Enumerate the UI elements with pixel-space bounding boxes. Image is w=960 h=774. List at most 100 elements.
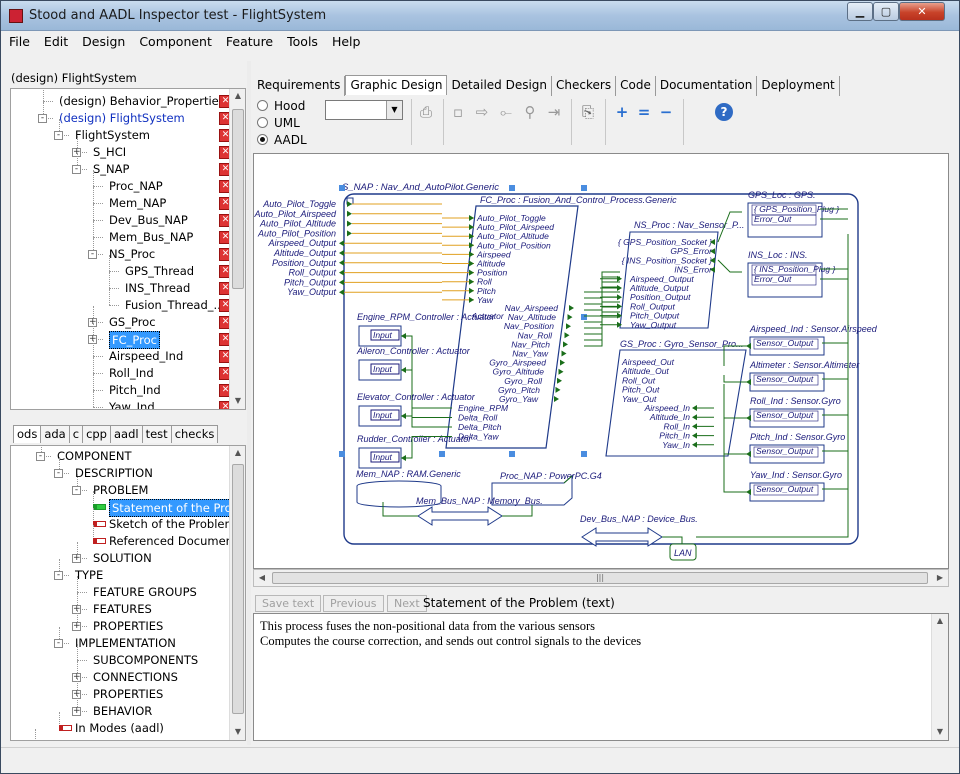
zoom-fit-icon[interactable]: = [633, 101, 655, 123]
tab-aadl[interactable]: aadl [110, 425, 143, 443]
tab-checks[interactable]: checks [170, 425, 219, 443]
layer-select[interactable]: ▼ [325, 100, 403, 120]
collapse-icon[interactable]: - [38, 114, 47, 123]
zoom-in-icon[interactable]: + [611, 101, 633, 123]
text-editor[interactable]: This process fuses the non-positional da… [253, 613, 949, 741]
collapse-icon[interactable]: - [54, 469, 63, 478]
menu-file[interactable]: File [1, 31, 36, 49]
flow-icon[interactable]: ⇥ [543, 101, 565, 123]
aadl-diagram[interactable]: S_NAP : Nav_And_AutoPilot.Generic Auto_Pi… [254, 154, 948, 568]
tree-item[interactable]: + CONNECTIONS [11, 661, 227, 685]
tree-item[interactable]: Fusion_Thread_... ✕ [11, 289, 232, 313]
maximize-button[interactable]: ▢ [873, 2, 899, 21]
diagram-canvas[interactable]: S_NAP : Nav_And_AutoPilot.Generic Auto_Pi… [253, 153, 949, 569]
collapse-icon[interactable]: - [54, 571, 63, 580]
scroll-up-arrow-icon[interactable]: ▲ [230, 89, 245, 103]
tab-deployment[interactable]: Deployment [757, 76, 840, 96]
minimize-button[interactable]: ▁ [847, 2, 873, 21]
tree-item[interactable]: + PROPERTIES [11, 678, 227, 702]
tree-item[interactable]: Airspeed_Ind ✕ [11, 340, 232, 364]
tree-item[interactable]: GPS_Thread ✕ [11, 255, 232, 279]
tree-item[interactable]: - COMPONENT [11, 446, 227, 464]
tree-item[interactable]: Dev_Bus_NAP ✕ [11, 204, 232, 228]
tree-item[interactable]: Mem_NAP ✕ [11, 187, 232, 211]
menu-help[interactable]: Help [324, 31, 367, 49]
tree-item[interactable]: INS_Thread ✕ [11, 272, 232, 296]
tree-item[interactable]: - FlightSystem ✕ [11, 119, 232, 143]
help-icon[interactable]: ? [715, 103, 733, 121]
tab-ada[interactable]: ada [40, 425, 70, 443]
tab-checkers[interactable]: Checkers [552, 76, 617, 96]
tree-item[interactable]: Roll_Ind ✕ [11, 357, 232, 381]
tab-cpp[interactable]: cpp [82, 425, 111, 443]
tree-item[interactable]: + FC_Proc ✕ [11, 323, 232, 349]
scroll-down-arrow-icon[interactable]: ▼ [230, 394, 245, 408]
tree-item[interactable]: - IMPLEMENTATION [11, 627, 227, 651]
expand-icon[interactable]: + [72, 554, 81, 563]
next-button[interactable]: Next [387, 595, 427, 612]
selection-handle[interactable] [509, 451, 515, 457]
tree-item[interactable]: Pitch_Ind ✕ [11, 374, 232, 398]
tree-item[interactable]: - PROBLEM [11, 474, 227, 498]
scroll-thumb[interactable] [232, 109, 244, 289]
scroll-right-arrow-icon[interactable]: ▶ [932, 571, 948, 585]
tree-item[interactable]: + PROPERTIES [11, 610, 227, 634]
menu-feature[interactable]: Feature [218, 31, 279, 49]
radio-uml[interactable]: UML [257, 116, 300, 130]
tab-requirements[interactable]: Requirements [253, 76, 346, 96]
tree-item[interactable]: + SOLUTION [11, 542, 227, 566]
tab-detailed-design[interactable]: Detailed Design [447, 76, 553, 96]
tree-item[interactable]: - (design) FlightSystem ✕ [11, 102, 232, 126]
menu-component[interactable]: Component [131, 31, 218, 49]
scroll-down-arrow-icon[interactable]: ▼ [230, 725, 245, 739]
tree-item[interactable]: - TYPE [11, 559, 227, 583]
menu-design[interactable]: Design [74, 31, 131, 49]
ods-tree[interactable]: - COMPONENT - DESCRIPTION - PROBLEM Statement … [10, 445, 246, 741]
layout-icon[interactable]: ⎘ [577, 101, 599, 123]
scroll-thumb[interactable] [232, 464, 244, 714]
expand-icon[interactable]: + [72, 707, 81, 716]
selection-handle[interactable] [509, 185, 515, 191]
memory-bus[interactable] [417, 506, 503, 526]
tree-item[interactable]: - NS_Proc ✕ [11, 238, 232, 262]
radio-aadl[interactable]: AADL [257, 133, 307, 147]
tree-item[interactable]: + FEATURES [11, 593, 227, 617]
scroll-left-arrow-icon[interactable]: ◀ [254, 571, 270, 585]
collapse-icon[interactable]: - [72, 165, 81, 174]
tree-item[interactable]: Statement of the Proble... [11, 491, 245, 517]
save-text-button[interactable]: Save text [255, 595, 322, 612]
tab-documentation[interactable]: Documentation [656, 76, 758, 96]
panel-splitter[interactable] [247, 61, 251, 745]
design-tree-scrollbar[interactable]: ▲ ▼ [229, 89, 245, 409]
tree-item[interactable]: pragmas [11, 729, 227, 740]
tree-item[interactable]: Mem_Bus_NAP ✕ [11, 221, 232, 245]
collapse-icon[interactable]: - [36, 452, 45, 461]
tree-item[interactable]: Referenced Documents [11, 525, 243, 549]
close-button[interactable]: ✕ [899, 2, 945, 21]
collapse-icon[interactable]: - [54, 131, 63, 140]
tree-item[interactable]: - S_NAP ✕ [11, 153, 232, 177]
tab-test[interactable]: test [141, 425, 172, 443]
design-tree[interactable]: (design) Behavior_Properties ✕ - (design) F… [10, 88, 246, 410]
tree-item[interactable]: + BEHAVIOR [11, 695, 227, 719]
tree-item[interactable]: Proc_NAP ✕ [11, 170, 232, 194]
tree-item[interactable]: + GS_Proc ✕ [11, 306, 232, 330]
radio-hood[interactable]: Hood [257, 99, 305, 113]
collapse-icon[interactable]: - [72, 486, 81, 495]
zoom-out-icon[interactable]: − [655, 101, 677, 123]
text-scrollbar[interactable]: ▲ ▼ [931, 614, 948, 740]
selection-handle[interactable] [581, 314, 587, 320]
scroll-up-arrow-icon[interactable]: ▲ [230, 446, 245, 460]
tree-item[interactable]: FEATURE GROUPS [11, 576, 227, 600]
print-icon[interactable]: ⎙ [415, 101, 437, 123]
tab-code[interactable]: Code [616, 76, 656, 96]
collapse-icon[interactable]: - [88, 250, 97, 259]
tree-item[interactable]: + S_HCI ✕ [11, 136, 232, 160]
tree-item[interactable]: SUBCOMPONENTS [11, 644, 227, 668]
tree-item[interactable]: - DESCRIPTION [11, 457, 227, 481]
scroll-thumb[interactable]: ||| [272, 572, 928, 584]
selection-handle[interactable] [581, 185, 587, 191]
selection-handle[interactable] [581, 451, 587, 457]
previous-button[interactable]: Previous [323, 595, 384, 612]
tab-ods[interactable]: ods [13, 425, 42, 443]
